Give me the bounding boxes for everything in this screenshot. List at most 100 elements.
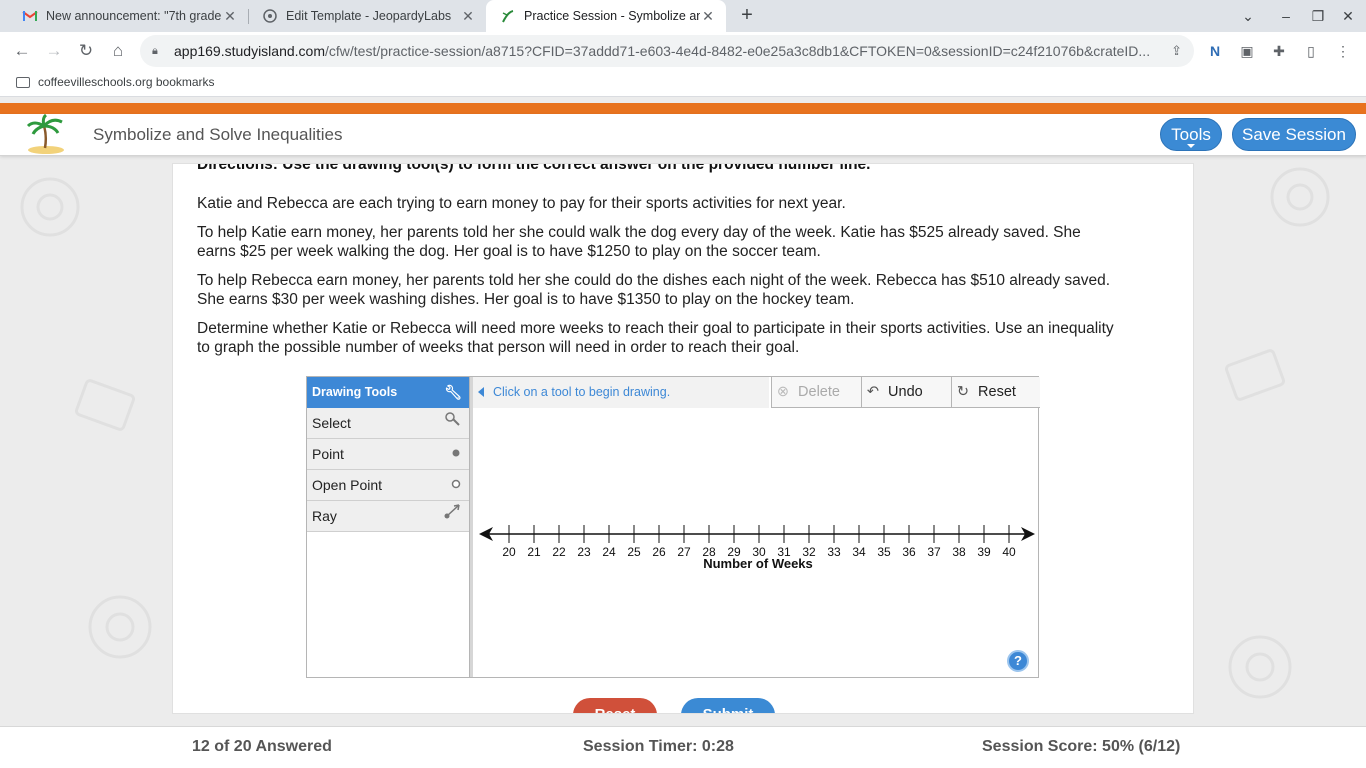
tick-label: 33 (827, 545, 841, 559)
tick-label: 20 (502, 545, 516, 559)
tick-label: 27 (677, 545, 691, 559)
url-text: app169.studyisland.com/cfw/test/practice… (174, 43, 1154, 59)
axis-label: Number of Weeks (703, 556, 813, 571)
side-panel-icon[interactable]: ▯ (1302, 42, 1320, 60)
gmail-icon (22, 11, 38, 21)
folder-icon (16, 76, 30, 88)
question-paragraph: To help Rebecca earn money, her parents … (197, 272, 1111, 308)
tick-label: 37 (927, 545, 941, 559)
tool-ray[interactable]: Ray (307, 501, 469, 532)
select-cursor-icon (443, 408, 461, 439)
instruction-message: Click on a tool to begin drawing. (473, 377, 769, 408)
ray-icon (443, 501, 461, 532)
delete-icon: ⊗ (776, 384, 790, 400)
tab-gmail[interactable]: New announcement: "7th grade ✕ (8, 0, 248, 32)
question-paragraph: To help Katie earn money, her parents to… (197, 224, 1081, 260)
instruction-text: Click on a tool to begin drawing. (493, 385, 671, 399)
save-session-button[interactable]: Save Session (1232, 118, 1356, 151)
browser-tab-strip: New announcement: "7th grade ✕ Edit Temp… (0, 0, 1366, 32)
help-button[interactable]: ? (1007, 650, 1029, 672)
home-icon[interactable]: ⌂ (108, 41, 128, 61)
tool-select[interactable]: Select (307, 408, 469, 439)
tool-label: Select (312, 415, 351, 431)
tab-title: Practice Session - Symbolize and (524, 9, 700, 23)
restore-icon[interactable]: ❐ (1308, 6, 1328, 26)
new-tab-button[interactable]: + (736, 5, 758, 27)
directions-text: Directions: Use the drawing tool(s) to f… (197, 163, 871, 173)
browser-toolbar: ← → ↻ ⌂ 🔒︎ app169.studyisland.com/cfw/te… (0, 32, 1366, 70)
extensions-puzzle-icon[interactable]: ✚ (1270, 42, 1288, 60)
tick-label: 36 (902, 545, 916, 559)
reset-drawing-label: Reset (978, 384, 1016, 400)
bookmark-folder[interactable]: coffeevilleschools.org bookmarks (16, 75, 215, 89)
reset-drawing-button[interactable]: ↻ Reset (951, 377, 1040, 408)
menu-icon[interactable]: ⋮ (1334, 42, 1352, 60)
tool-open-point[interactable]: Open Point (307, 470, 469, 501)
minimize-icon[interactable]: – (1276, 6, 1296, 26)
lock-icon: 🔒︎ (152, 44, 158, 57)
tab-jeopardylabs[interactable]: Edit Template - JeopardyLabs ✕ (248, 0, 486, 32)
reload-icon[interactable]: ↻ (76, 41, 96, 61)
tool-label: Open Point (312, 477, 383, 493)
tab-search-icon[interactable]: ⌄ (1238, 6, 1258, 26)
page: Directions: Use the drawing tool(s) to f… (0, 97, 1366, 768)
tick-label: 26 (652, 545, 666, 559)
collapse-arrow-icon[interactable] (478, 387, 484, 397)
tick-label: 39 (977, 545, 991, 559)
study-island-logo (26, 114, 64, 154)
open-point-icon (451, 470, 461, 501)
close-icon[interactable]: ✕ (700, 8, 716, 25)
question-panel: Directions: Use the drawing tool(s) to f… (172, 163, 1194, 714)
tick-label: 22 (552, 545, 566, 559)
tool-point[interactable]: Point (307, 439, 469, 470)
app-header: Symbolize and Solve Inequalities Tools S… (0, 114, 1366, 156)
session-score: Session Score: 50% (6/12) (982, 738, 1181, 755)
extension-icon[interactable]: ▣ (1238, 42, 1256, 60)
drawing-tools-panel: Drawing Tools 🔧︎ Select Point Open Point… (307, 377, 470, 677)
page-title: Symbolize and Solve Inequalities (93, 125, 343, 144)
point-icon (451, 439, 461, 470)
tick-label: 38 (952, 545, 966, 559)
answered-count: 12 of 20 Answered (192, 738, 332, 755)
bookmark-label: coffeevilleschools.org bookmarks (38, 75, 215, 89)
question-paragraph: Katie and Rebecca are each trying to ear… (197, 195, 846, 212)
question-paragraph: Determine whether Katie or Rebecca will … (197, 320, 1114, 356)
drawing-tools-header: Drawing Tools 🔧︎ (307, 377, 469, 408)
undo-label: Undo (888, 384, 923, 400)
tool-label: Ray (312, 508, 337, 524)
reset-button[interactable]: Reset (573, 698, 657, 713)
tick-label: 34 (852, 545, 866, 559)
address-bar[interactable]: 🔒︎ app169.studyisland.com/cfw/test/pract… (140, 35, 1194, 67)
jeopardylabs-icon (263, 9, 277, 23)
window-close-icon[interactable]: ✕ (1338, 6, 1358, 26)
tick-label: 24 (602, 545, 616, 559)
back-icon[interactable]: ← (12, 41, 32, 61)
wrench-icon[interactable]: 🔧︎ (444, 377, 462, 408)
submit-button[interactable]: Submit (681, 698, 775, 713)
tab-title: Edit Template - JeopardyLabs (286, 9, 452, 23)
tick-label: 35 (877, 545, 891, 559)
studyisland-icon (502, 10, 514, 23)
session-status-bar: 12 of 20 Answered Session Timer: 0:28 Se… (0, 726, 1366, 768)
close-icon[interactable]: ✕ (222, 8, 238, 25)
close-icon[interactable]: ✕ (460, 8, 476, 25)
delete-label: Delete (798, 384, 840, 400)
undo-icon: ↶ (866, 384, 880, 400)
forward-icon[interactable]: → (44, 41, 64, 61)
tick-label: 25 (627, 545, 641, 559)
number-line[interactable]: 20 21 22 23 24 25 26 27 28 29 30 31 32 33 34 35 36 37 38 39… (473, 408, 1038, 677)
tab-title: New announcement: "7th grade (46, 9, 222, 23)
undo-button[interactable]: ↶ Undo (861, 377, 951, 408)
tab-practice-session[interactable]: Practice Session - Symbolize and ✕ (486, 0, 726, 32)
delete-button[interactable]: ⊗ Delete (771, 377, 861, 408)
tools-button[interactable]: Tools (1160, 118, 1222, 151)
tick-label: 40 (1002, 545, 1016, 559)
tools-label: Tools (1171, 125, 1211, 144)
tick-label: 21 (527, 545, 541, 559)
drawing-tools-title: Drawing Tools (312, 385, 398, 399)
extension-icon[interactable]: N (1206, 42, 1224, 60)
bookmarks-bar: coffeevilleschools.org bookmarks (0, 70, 1366, 97)
drawing-widget: Drawing Tools 🔧︎ Select Point Open Point… (306, 376, 1040, 678)
share-icon[interactable]: ⇪ (1171, 43, 1182, 59)
tick-label: 23 (577, 545, 591, 559)
